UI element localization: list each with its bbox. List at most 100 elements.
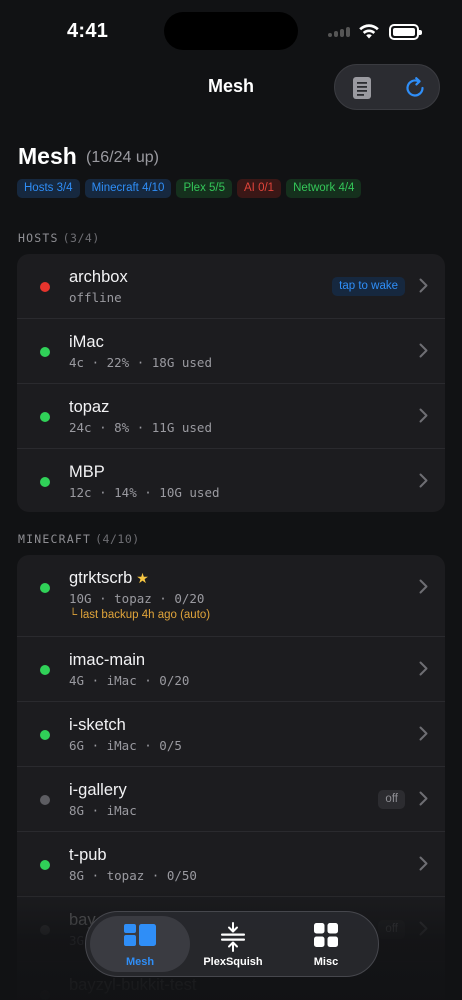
tab-bar: Mesh PlexSquish Misc bbox=[85, 911, 379, 977]
chevron-right-icon bbox=[419, 579, 428, 594]
status-dot bbox=[40, 477, 50, 487]
server-row[interactable]: i-gallery 8G · iMac off bbox=[17, 767, 445, 832]
document-icon bbox=[352, 77, 371, 99]
chevron-right-icon bbox=[419, 791, 428, 806]
hosts-count: (3/4) bbox=[62, 231, 100, 245]
hosts-heading: HOSTS bbox=[18, 231, 59, 245]
row-details: 3G bbox=[69, 933, 85, 948]
row-details: offline bbox=[69, 290, 122, 305]
row-name: imac-main bbox=[69, 651, 145, 670]
row-name: MBP bbox=[69, 463, 105, 482]
status-chip[interactable]: Minecraft 4/10 bbox=[84, 179, 172, 198]
status-dot bbox=[40, 795, 50, 805]
row-name-text: imac-main bbox=[69, 651, 146, 669]
minecraft-section-header: MINECRAFT (4/10) bbox=[18, 532, 140, 546]
chevron-right-icon bbox=[419, 661, 428, 676]
cellular-signal-icon bbox=[328, 27, 354, 37]
status-chip[interactable]: AI 0/1 bbox=[237, 179, 282, 198]
host-row[interactable]: topaz 24c · 8% · 11G used bbox=[17, 384, 445, 449]
minecraft-count: (4/10) bbox=[95, 532, 140, 546]
off-badge: off bbox=[378, 790, 405, 809]
status-time: 4:41 bbox=[67, 20, 109, 42]
row-name: archbox bbox=[69, 268, 128, 287]
tab-mesh-label: Mesh bbox=[125, 956, 155, 968]
chevron-right-icon bbox=[419, 856, 428, 871]
server-row[interactable]: imac-main 4G · iMac · 0/20 bbox=[17, 637, 445, 702]
host-row[interactable]: archbox offline tap to wake bbox=[17, 254, 445, 319]
row-details: 8G · topaz · 0/50 bbox=[69, 868, 197, 883]
nav-actions bbox=[334, 64, 440, 110]
wake-badge[interactable]: tap to wake bbox=[332, 277, 405, 296]
status-dot bbox=[40, 583, 50, 593]
chevron-right-icon bbox=[419, 726, 428, 741]
host-row[interactable]: MBP 12c · 14% · 10G used bbox=[17, 449, 445, 512]
server-row[interactable]: gtrktscrb ★ 10G · topaz · 0/20 └ last backu… bbox=[17, 555, 445, 637]
row-name-text: t-pub bbox=[69, 846, 107, 864]
minecraft-heading: MINECRAFT bbox=[18, 532, 92, 546]
chevron-right-icon bbox=[419, 408, 428, 423]
dynamic-island bbox=[164, 12, 298, 50]
tab-plexsquish[interactable]: PlexSquish bbox=[183, 916, 283, 972]
star-icon: ★ bbox=[136, 570, 149, 586]
chevron-right-icon bbox=[419, 473, 428, 488]
status-dot bbox=[40, 730, 50, 740]
row-name-text: gtrktscrb bbox=[69, 569, 133, 587]
row-name-text: iMac bbox=[69, 333, 104, 351]
status-dot bbox=[40, 860, 50, 870]
tab-misc[interactable]: Misc bbox=[276, 916, 376, 972]
hosts-section-header: HOSTS (3/4) bbox=[18, 231, 100, 245]
hosts-list: archbox offline tap to wake iMac 4c · 22% · … bbox=[17, 254, 445, 512]
dashboard-icon bbox=[124, 924, 156, 946]
row-name-text: archbox bbox=[69, 268, 128, 286]
page-title: Mesh bbox=[18, 143, 77, 169]
status-dot bbox=[40, 347, 50, 357]
row-details: 12c · 14% · 10G used bbox=[69, 485, 220, 500]
tab-misc-label: Misc bbox=[313, 956, 339, 968]
status-chip[interactable]: Plex 5/5 bbox=[176, 179, 233, 198]
status-chip[interactable]: Network 4/4 bbox=[286, 179, 362, 198]
row-name: iMac bbox=[69, 333, 104, 352]
row-name: i-gallery bbox=[69, 781, 127, 800]
row-name: topaz bbox=[69, 398, 109, 417]
refresh-icon bbox=[405, 77, 424, 97]
chevron-right-icon bbox=[419, 278, 428, 293]
page-subtitle: (16/24 up) bbox=[86, 149, 159, 166]
tab-mesh[interactable]: Mesh bbox=[90, 916, 190, 972]
row-details: 8G · iMac bbox=[69, 803, 137, 818]
row-details: 10G · topaz · 0/20 bbox=[69, 591, 205, 606]
host-row[interactable]: iMac 4c · 22% · 18G used bbox=[17, 319, 445, 384]
status-dot bbox=[40, 665, 50, 675]
server-row[interactable]: t-pub 8G · topaz · 0/50 bbox=[17, 832, 445, 897]
row-name-text: MBP bbox=[69, 463, 105, 481]
row-name-text: i-sketch bbox=[69, 716, 126, 734]
row-name-text: bayzyl-bukkit-test bbox=[69, 976, 197, 994]
status-chip[interactable]: Hosts 3/4 bbox=[17, 179, 80, 198]
status-dot bbox=[40, 412, 50, 422]
summary-chips: Hosts 3/4 Minecraft 4/10 Plex 5/5 AI 0/1 Net… bbox=[17, 179, 362, 198]
row-details: 6G · iMac · 0/5 bbox=[69, 738, 182, 753]
status-dot bbox=[40, 282, 50, 292]
row-details: 4c · 22% · 18G used bbox=[69, 355, 212, 370]
log-button[interactable] bbox=[335, 65, 388, 111]
row-name-text: i-gallery bbox=[69, 781, 127, 799]
row-details: 4G · iMac · 0/20 bbox=[69, 673, 190, 688]
row-name-text: topaz bbox=[69, 398, 110, 416]
refresh-button[interactable] bbox=[388, 65, 441, 111]
tab-plexsquish-label: PlexSquish bbox=[203, 956, 263, 968]
backup-note: └ last backup 4h ago (auto) bbox=[69, 609, 211, 621]
chevron-right-icon bbox=[419, 921, 428, 936]
row-name: gtrktscrb ★ bbox=[69, 569, 149, 588]
row-details: 24c · 8% · 11G used bbox=[69, 420, 212, 435]
off-badge: off bbox=[378, 920, 405, 939]
server-row[interactable]: i-sketch 6G · iMac · 0/5 bbox=[17, 702, 445, 767]
grid-icon bbox=[314, 923, 338, 947]
row-name: bayzyl-bukkit-test bbox=[69, 976, 196, 995]
status-dot bbox=[40, 925, 50, 935]
wifi-icon bbox=[359, 24, 379, 39]
status-dot bbox=[40, 990, 50, 1000]
status-bar: 4:41 bbox=[0, 0, 462, 60]
compress-icon bbox=[221, 922, 245, 952]
row-name: i-sketch bbox=[69, 716, 126, 735]
chevron-right-icon bbox=[419, 343, 428, 358]
battery-icon bbox=[389, 24, 422, 40]
